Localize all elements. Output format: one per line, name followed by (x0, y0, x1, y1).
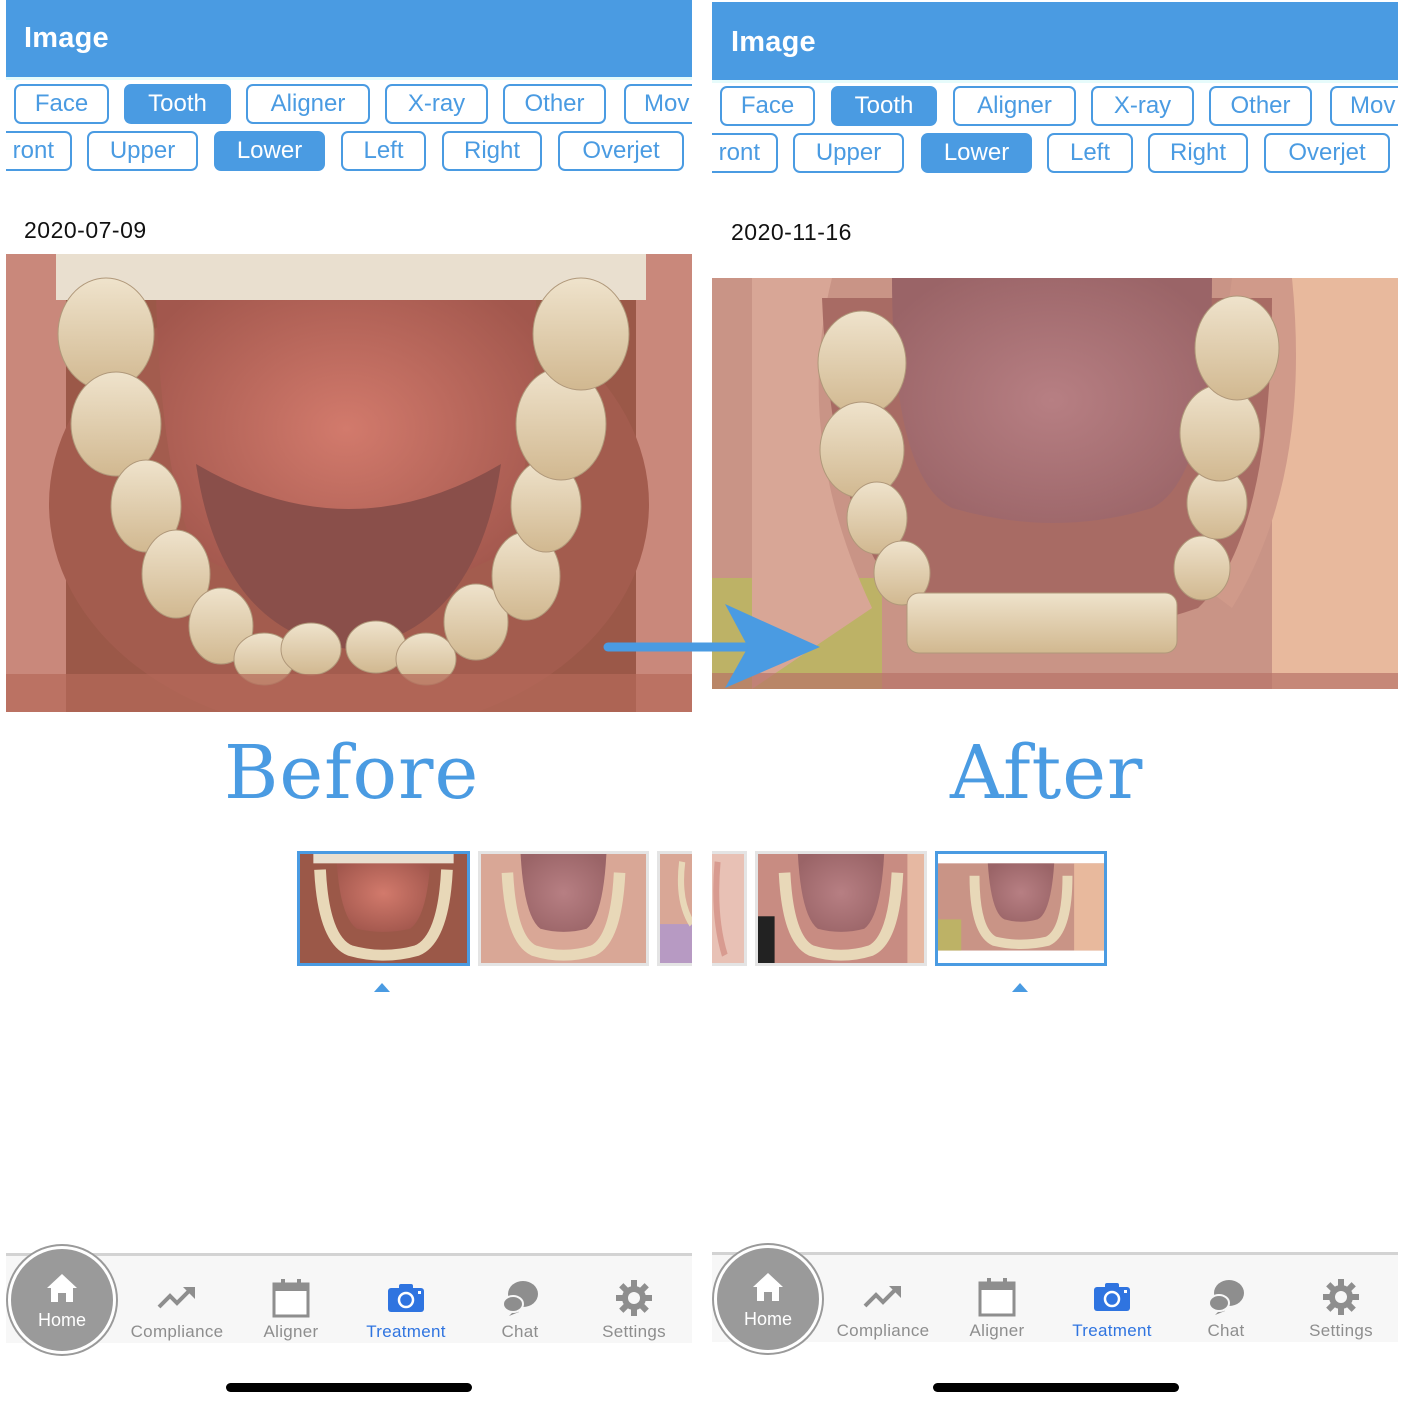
calendar-icon (978, 1277, 1016, 1317)
chip-movie[interactable]: Mov (624, 84, 692, 124)
tab-label: Home (37, 1310, 86, 1330)
bottom-tab-bar: Home Compliance Aligner Treatment Chat S… (712, 1245, 1398, 1353)
gear-icon (616, 1278, 652, 1318)
chip-aligner[interactable]: Aligner (246, 84, 370, 124)
camera-icon (1093, 1277, 1131, 1317)
gear-icon (1323, 1277, 1359, 1317)
dental-photo-illustration (6, 254, 692, 712)
chip-lower[interactable]: Lower (214, 131, 325, 171)
app-header: Image (712, 2, 1398, 80)
thumbnail-image (758, 854, 924, 963)
category-chip-row[interactable]: Face Tooth Aligner X-ray Other Mov (6, 84, 692, 126)
chip-upper[interactable]: Upper (793, 133, 904, 173)
thumbnail-image (938, 854, 1104, 963)
chip-overjet[interactable]: Overjet (558, 131, 684, 171)
thumbnail-image (712, 854, 744, 963)
dental-photo-illustration (712, 278, 1398, 689)
chip-left[interactable]: Left (341, 131, 426, 171)
chip-right[interactable]: Right (1148, 133, 1248, 173)
tab-compliance[interactable]: Compliance (828, 1255, 938, 1343)
header-title: Image (731, 26, 816, 58)
tab-label: Settings (1309, 1321, 1373, 1340)
tab-label: Aligner (969, 1321, 1025, 1340)
thumbnail-3[interactable] (712, 851, 747, 966)
tab-settings[interactable]: Settings (1286, 1255, 1396, 1343)
selected-thumb-indicator (374, 983, 390, 992)
chip-overjet[interactable]: Overjet (1264, 133, 1390, 173)
tab-home[interactable]: Home (8, 1246, 116, 1354)
chat-bubbles-icon (1207, 1277, 1245, 1317)
after-photo[interactable] (712, 278, 1398, 689)
thumbnail-5[interactable] (935, 851, 1107, 966)
chip-right[interactable]: Right (442, 131, 542, 171)
tab-label: Aligner (263, 1322, 319, 1341)
thumbnail-image (660, 854, 692, 963)
header-divider (712, 80, 1398, 83)
chip-lower[interactable]: Lower (921, 133, 1032, 173)
tab-label: Compliance (130, 1322, 224, 1341)
tab-label: Treatment (1072, 1321, 1152, 1340)
bottom-tab-bar: Home Compliance Aligner Treatment Chat S… (6, 1246, 692, 1354)
tab-treatment[interactable]: Treatment (1057, 1255, 1167, 1343)
thumbnail-2[interactable] (478, 851, 649, 966)
before-caption: Before (224, 730, 480, 816)
home-icon (752, 1272, 784, 1307)
chip-tooth[interactable]: Tooth (124, 84, 231, 124)
after-caption: After (950, 730, 1144, 816)
chip-movie[interactable]: Mov (1330, 86, 1398, 126)
chip-other[interactable]: Other (503, 84, 606, 124)
chip-tooth[interactable]: Tooth (831, 86, 937, 126)
thumbnail-4[interactable] (755, 851, 927, 966)
header-title: Image (24, 22, 109, 54)
chat-bubbles-icon (501, 1278, 539, 1318)
category-chip-row[interactable]: Face Tooth Aligner X-ray Other Mov (712, 86, 1398, 128)
app-header: Image (6, 0, 692, 77)
tab-label: Compliance (836, 1321, 930, 1340)
tab-chat[interactable]: Chat (1171, 1255, 1281, 1343)
tab-compliance[interactable]: Compliance (122, 1256, 232, 1344)
chip-upper[interactable]: Upper (87, 131, 198, 171)
photo-date: 2020-07-09 (24, 217, 147, 243)
thumbnail-1[interactable] (297, 851, 470, 966)
chip-left[interactable]: Left (1047, 133, 1133, 173)
chip-face[interactable]: Face (720, 86, 815, 126)
trend-up-icon (863, 1277, 903, 1317)
trend-up-icon (157, 1278, 197, 1318)
chip-other[interactable]: Other (1209, 86, 1312, 126)
calendar-icon (272, 1278, 310, 1318)
thumbnail-image (300, 854, 467, 963)
before-screen: Image Face Tooth Aligner X-ray Other Mov… (6, 0, 692, 1406)
home-indicator[interactable] (226, 1383, 472, 1392)
home-icon (46, 1273, 78, 1308)
tab-label: Treatment (366, 1322, 446, 1341)
chip-front[interactable]: ront (6, 131, 72, 171)
tab-label: Home (743, 1309, 792, 1329)
thumbnail-image (481, 854, 646, 963)
home-indicator[interactable] (933, 1383, 1179, 1392)
view-chip-row[interactable]: ront Upper Lower Left Right Overjet (6, 131, 692, 173)
view-chip-row[interactable]: ront Upper Lower Left Right Overjet (712, 133, 1398, 175)
chip-face[interactable]: Face (14, 84, 109, 124)
tab-treatment[interactable]: Treatment (351, 1256, 461, 1344)
tab-aligner[interactable]: Aligner (236, 1256, 346, 1344)
chip-xray[interactable]: X-ray (1091, 86, 1194, 126)
selected-thumb-indicator (1012, 983, 1028, 992)
tab-label: Chat (1207, 1321, 1245, 1340)
header-divider (6, 77, 692, 80)
thumbnail-3[interactable] (657, 851, 692, 966)
photo-date: 2020-11-16 (731, 219, 852, 245)
tab-label: Settings (602, 1322, 666, 1341)
tab-settings[interactable]: Settings (579, 1256, 689, 1344)
tab-aligner[interactable]: Aligner (942, 1255, 1052, 1343)
tab-chat[interactable]: Chat (465, 1256, 575, 1344)
tab-home[interactable]: Home (714, 1245, 822, 1353)
camera-icon (387, 1278, 425, 1318)
chip-xray[interactable]: X-ray (385, 84, 488, 124)
chip-aligner[interactable]: Aligner (953, 86, 1076, 126)
tab-label: Chat (501, 1322, 539, 1341)
chip-front[interactable]: ront (712, 133, 778, 173)
after-screen: Image Face Tooth Aligner X-ray Other Mov… (712, 0, 1398, 1406)
before-photo[interactable] (6, 254, 692, 712)
